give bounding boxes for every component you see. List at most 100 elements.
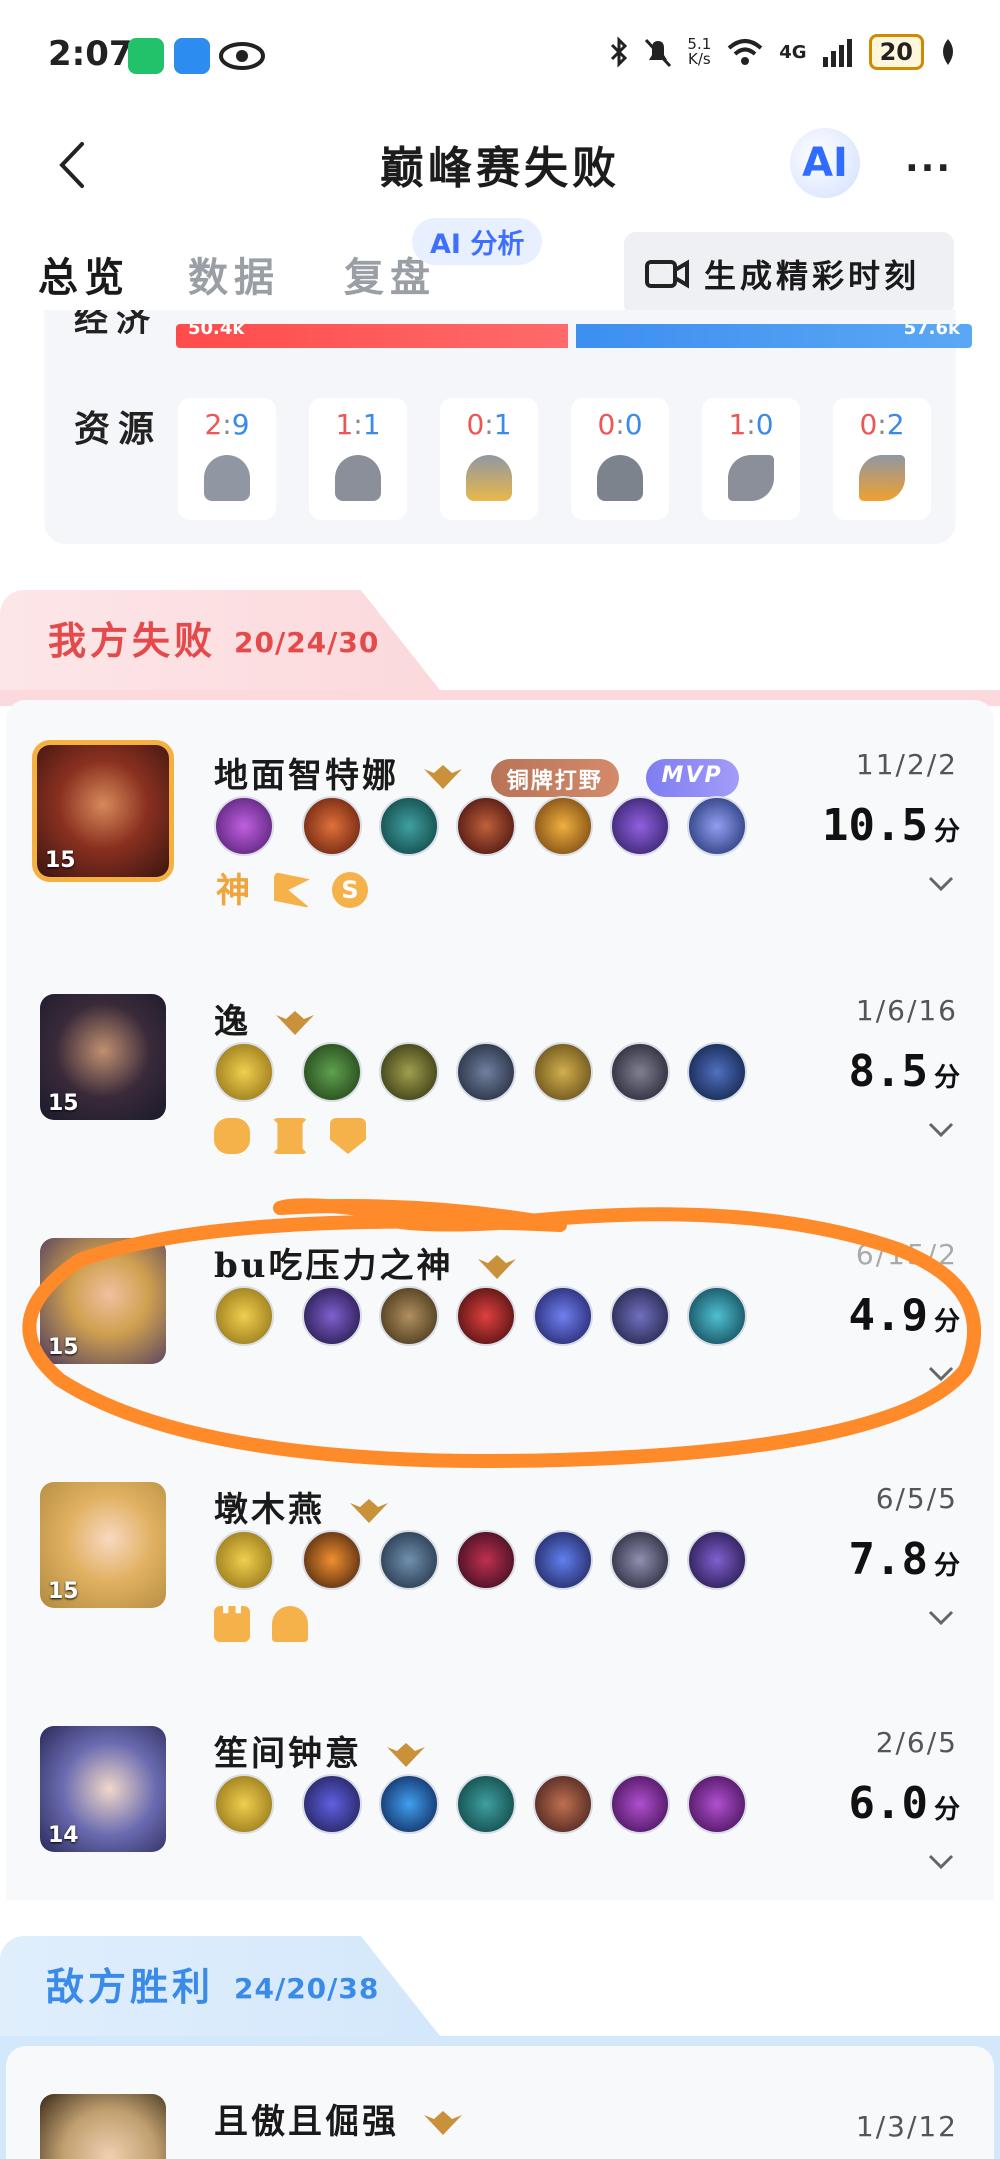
resources-label: 资源: [74, 408, 163, 450]
summoner-spell-icon: [214, 1042, 274, 1102]
ai-analysis-badge[interactable]: AI 分析: [412, 218, 543, 265]
hero-avatar[interactable]: [40, 2094, 166, 2159]
resource-enemy-count: 1: [493, 408, 512, 441]
video-camera-icon: [645, 259, 689, 289]
hero-level: 15: [45, 848, 76, 873]
rank-badge-icon: [386, 1743, 425, 1767]
hero-level: 15: [48, 1091, 79, 1116]
score-value: 6.0: [848, 1778, 928, 1829]
shield-badge-icon: [330, 1118, 366, 1154]
player-kda: 2/6/5: [875, 1726, 958, 1759]
player-kda: 1/6/16: [855, 994, 958, 1027]
score-unit: 分: [933, 1795, 960, 1825]
player-kda: 11/2/2: [855, 748, 958, 781]
player-row[interactable]: 14 笙间钟意 2/6/5 6.0 分: [0, 1726, 1000, 1946]
weather-app-icon: [174, 38, 210, 74]
chevron-down-icon[interactable]: [926, 1846, 956, 1876]
hero-level: 14: [48, 1823, 79, 1848]
player-row[interactable]: 15 墩木燕 6/5/5 7.8 分: [0, 1482, 1000, 1702]
dragon-icon: [335, 455, 381, 501]
net-speed-unit: K/s: [687, 50, 711, 68]
player-score: 8.5 分: [849, 1046, 961, 1097]
signal-icon: [822, 39, 852, 67]
flag-badge-icon: [274, 872, 310, 908]
achievement-badges: [214, 1606, 308, 1642]
cell-label: 4G: [779, 41, 807, 63]
resource-separator: :: [615, 408, 625, 441]
resource-enemy-count: 0: [624, 408, 643, 441]
resource-enemy-count: 0: [755, 408, 774, 441]
item-icon: [687, 1042, 747, 1102]
chevron-down-icon[interactable]: [926, 868, 956, 898]
pillar-badge-icon: [272, 1118, 308, 1154]
tab-overview[interactable]: 总览: [38, 245, 130, 303]
status-bar: 2:07 5.1 K/s 4G 20: [0, 0, 1000, 110]
generate-highlights-label: 生成精彩时刻: [704, 257, 921, 295]
player-kda: 1/3/12: [855, 2110, 958, 2143]
resource-dark-tyrant: 0:0: [571, 398, 669, 520]
more-options-button[interactable]: ···: [905, 148, 952, 189]
resource-ally-count: 0: [597, 408, 616, 441]
generate-highlights-button[interactable]: 生成精彩时刻: [624, 232, 954, 316]
hero-avatar[interactable]: 15: [32, 740, 174, 882]
resource-ally-count: 1: [728, 408, 747, 441]
hand-drawn-circle-annotation: [22, 1198, 981, 1468]
item-icon: [610, 796, 670, 856]
player-name-line: 地面智特娜 铜牌打野 MVP: [214, 748, 739, 797]
item-icon: [379, 1530, 439, 1590]
mute-bell-icon: [645, 38, 672, 68]
bronze-jungler-tag: 铜牌打野: [490, 759, 619, 797]
item-icon: [533, 1774, 593, 1834]
enemy-team-title: 敌方胜利: [46, 1964, 215, 2009]
hero-avatar[interactable]: 15: [40, 994, 166, 1120]
achievement-badges: [214, 1118, 366, 1154]
resource-ally-count: 1: [335, 408, 354, 441]
resource-storm-dragon: 0:1: [440, 398, 538, 520]
resource-separator: :: [484, 408, 494, 441]
item-icon: [456, 1530, 516, 1590]
score-unit: 分: [933, 1063, 960, 1093]
player-row[interactable]: 15 地面智特娜 铜牌打野 MVP 11/2/2 10.5 分 神 S: [0, 740, 1000, 968]
overlord-icon: [204, 455, 250, 501]
net-speed: 5.1 K/s: [687, 37, 711, 67]
player-score: 10.5 分: [822, 800, 960, 851]
rank-badge-icon: [275, 1011, 314, 1035]
item-icon: [687, 796, 747, 856]
chevron-down-icon[interactable]: [926, 1114, 956, 1144]
resource-dragon: 1:1: [309, 398, 407, 520]
helmet-badge-icon: [272, 1606, 308, 1642]
player-row[interactable]: 且傲且倔强 1/3/12: [0, 2094, 1000, 2159]
dark-tyrant-icon: [597, 455, 643, 501]
resource-shadow-vanguard: 1:0: [702, 398, 800, 520]
fist-badge-icon: [214, 1118, 250, 1154]
score-value: 8.5: [848, 1046, 928, 1097]
wifi-icon: [727, 39, 763, 65]
s-coin-badge-icon: S: [332, 872, 368, 908]
resource-separator: :: [877, 408, 887, 441]
resource-overlord: 2:9: [178, 398, 276, 520]
status-time: 2:07: [48, 34, 133, 74]
item-icon: [610, 1774, 670, 1834]
player-score: 6.0 分: [849, 1778, 961, 1829]
fire-vanguard-icon: [859, 455, 905, 501]
player-name-line: 逸: [214, 994, 316, 1043]
hero-avatar[interactable]: 15: [40, 1482, 166, 1608]
summoner-spell-icon: [214, 796, 274, 856]
hero-avatar[interactable]: 14: [40, 1726, 166, 1852]
storm-dragon-icon: [466, 455, 512, 501]
resource-separator: :: [222, 408, 232, 441]
item-icon: [302, 1042, 362, 1102]
chevron-down-icon[interactable]: [926, 1602, 956, 1632]
tab-data[interactable]: 数据: [188, 245, 280, 303]
ai-assistant-button[interactable]: AI: [790, 128, 860, 198]
resource-enemy-count: 9: [231, 408, 250, 441]
player-name: 且傲且倔强: [214, 2102, 399, 2142]
item-icon: [687, 1530, 747, 1590]
hourglass-app-icon: [128, 38, 164, 74]
resource-ally-count: 0: [466, 408, 485, 441]
item-icon: [456, 1774, 516, 1834]
economy-bar-ally: 50.4k: [176, 324, 568, 348]
status-indicators: 5.1 K/s 4G 20: [609, 34, 958, 70]
player-name: 笙间钟意: [214, 1734, 362, 1774]
resource-separator: :: [353, 408, 363, 441]
